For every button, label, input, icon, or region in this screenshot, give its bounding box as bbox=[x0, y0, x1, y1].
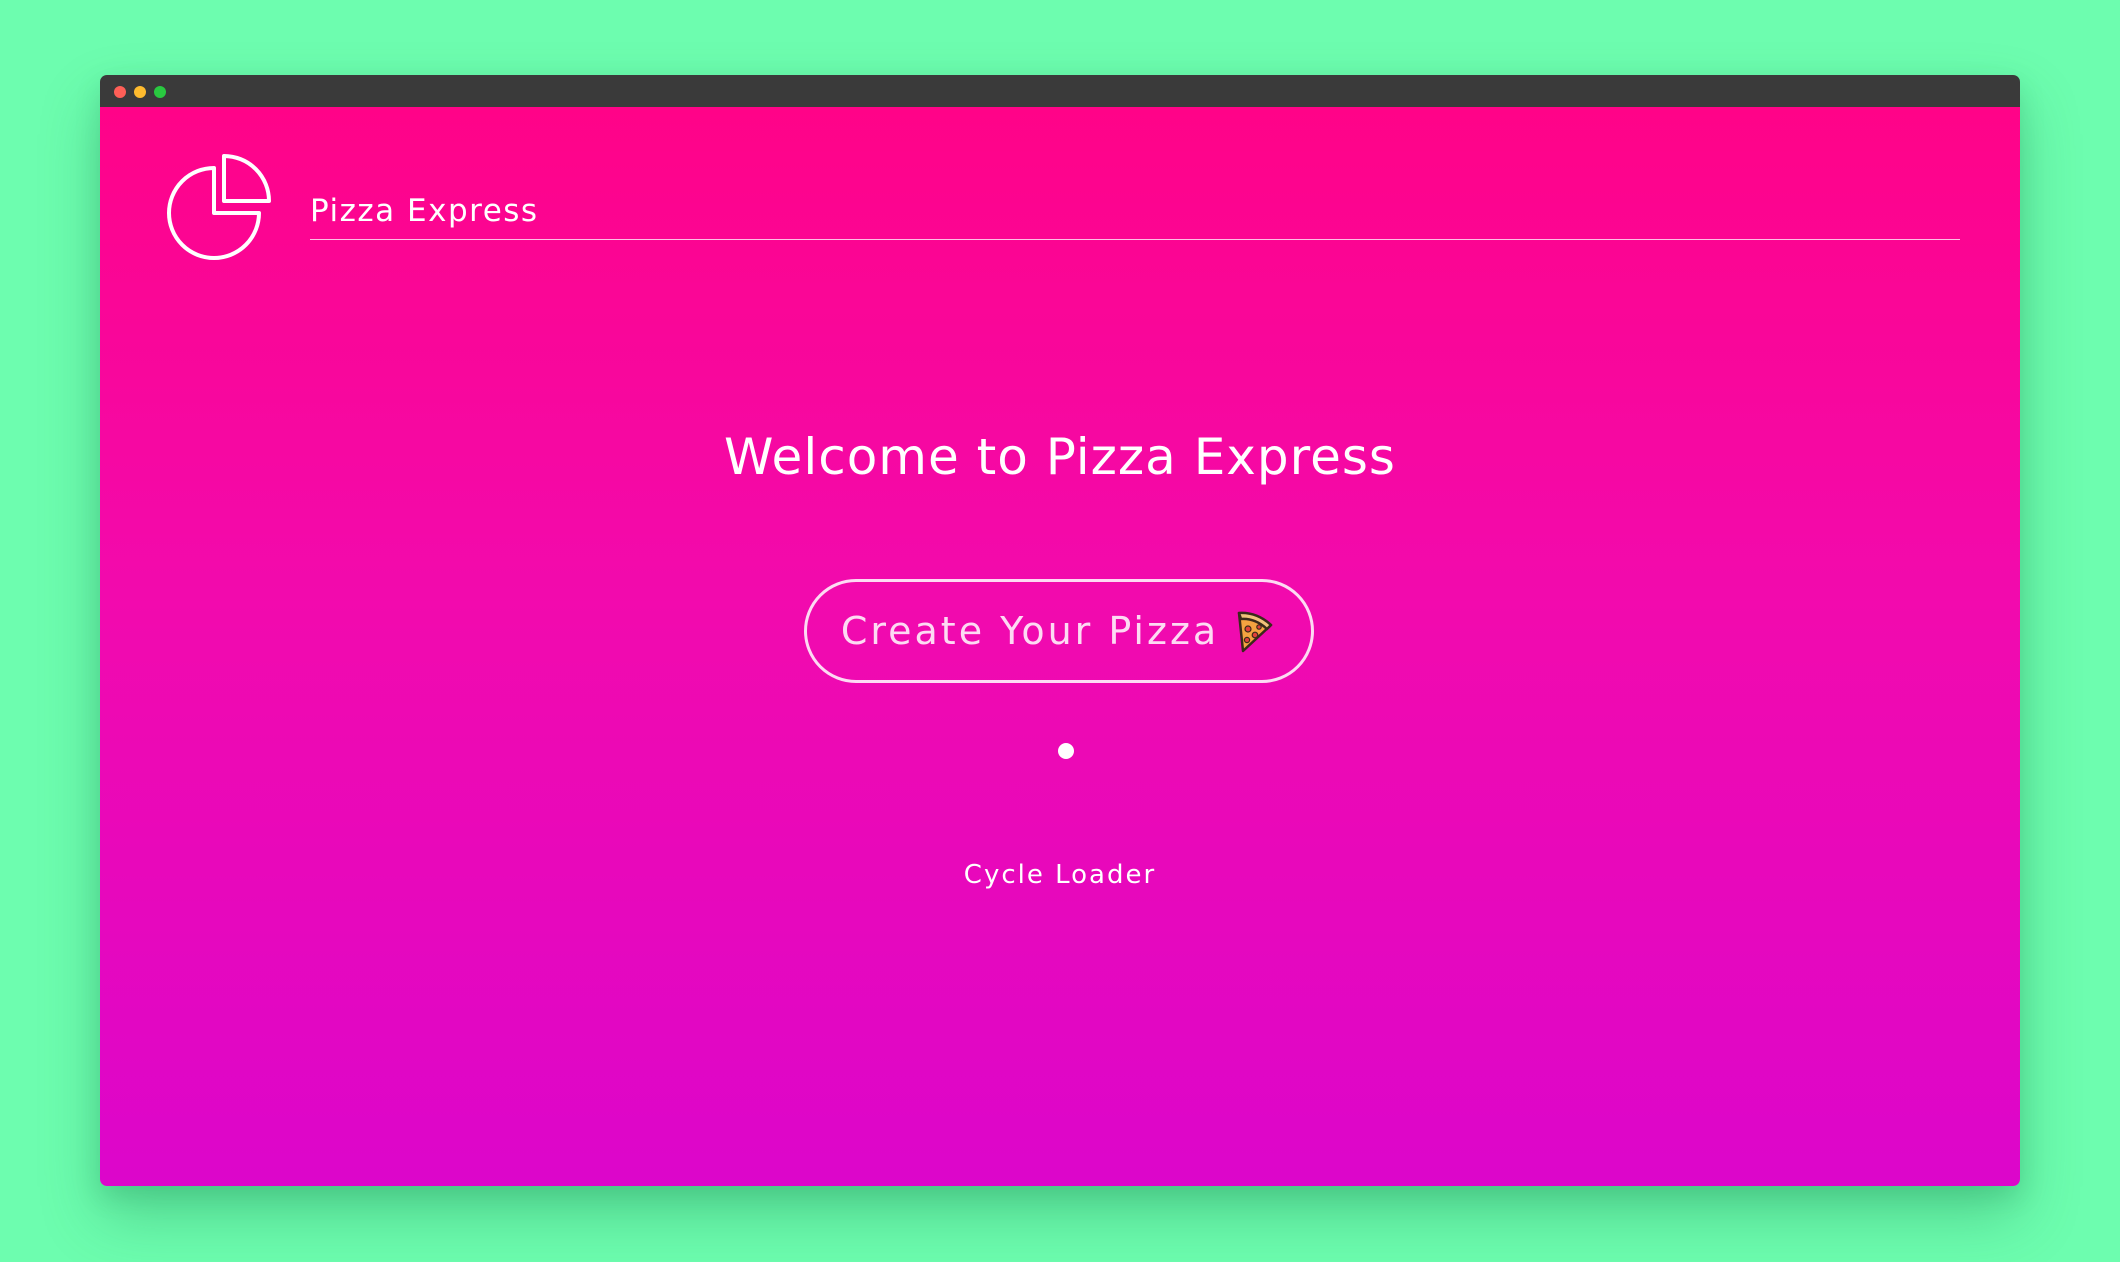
maximize-window-button[interactable] bbox=[154, 86, 166, 98]
pie-chart-icon[interactable] bbox=[154, 153, 274, 273]
cycle-loader-label: Cycle Loader bbox=[963, 860, 1157, 890]
browser-window: Pizza Express Welcome to Pizza Express C… bbox=[100, 75, 2020, 1186]
minimize-window-button[interactable] bbox=[134, 86, 146, 98]
close-window-button[interactable] bbox=[114, 86, 126, 98]
create-your-pizza-label: Create Your Pizza bbox=[840, 609, 1220, 653]
header-divider bbox=[310, 239, 1960, 240]
create-your-pizza-button[interactable]: Create Your Pizza bbox=[804, 579, 1314, 683]
window-titlebar bbox=[100, 75, 2020, 107]
app-page: Pizza Express Welcome to Pizza Express C… bbox=[100, 107, 2020, 1186]
cycle-loader-dot bbox=[1058, 743, 1074, 759]
welcome-heading: Welcome to Pizza Express bbox=[724, 428, 1396, 486]
brand-name: Pizza Express bbox=[310, 193, 539, 229]
pizza-slice-icon bbox=[1237, 611, 1273, 653]
